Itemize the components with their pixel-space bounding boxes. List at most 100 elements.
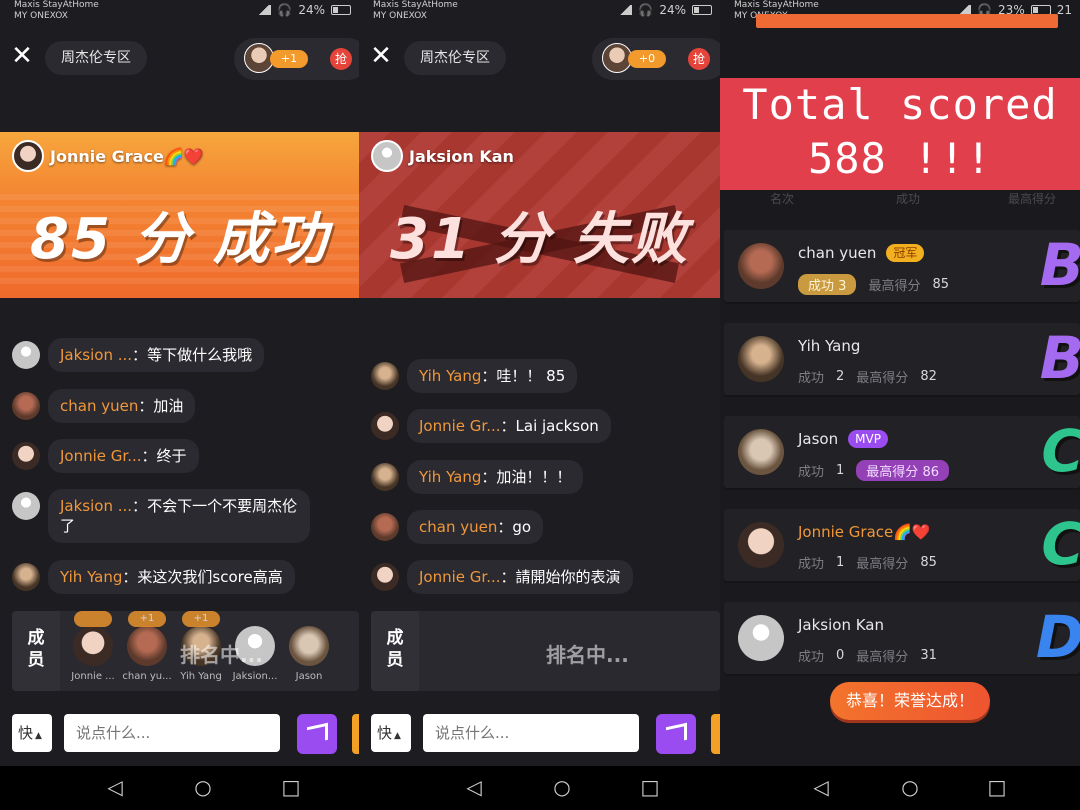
screenshot-collage: Maxis StayAtHome MY ONEXOX 🎧 24% ✕ 周杰伦专区 …: [0, 0, 1080, 810]
home-icon[interactable]: ○: [192, 776, 214, 798]
sender-name[interactable]: chan yuen: [419, 518, 497, 536]
sender-name[interactable]: chan yuen: [60, 397, 138, 415]
col-best: 最高得分: [1008, 192, 1057, 206]
mic-queue-pill[interactable]: +1 抢: [234, 38, 359, 80]
home-icon[interactable]: ○: [551, 776, 573, 798]
member-name: Jason: [295, 671, 323, 682]
avatar: [12, 392, 40, 420]
avatar: [12, 492, 40, 520]
sender-name[interactable]: Yih Yang: [60, 568, 122, 586]
score-row[interactable]: Yih Yang 成功 2 最高得分 82 B: [724, 323, 1080, 395]
avatar: [289, 626, 329, 666]
back-icon[interactable]: ◁: [810, 776, 832, 798]
caret-up-icon: ▲: [35, 731, 42, 741]
success-label: 成功: [798, 465, 825, 480]
recents-icon[interactable]: □: [639, 776, 661, 798]
ranking-overlay: 排名中...: [180, 643, 263, 667]
avatar: [738, 615, 784, 661]
avatar: [12, 442, 40, 470]
avatar: [12, 341, 40, 369]
success-count: 0: [836, 648, 845, 663]
sender-name[interactable]: Jonnie Gr...: [419, 568, 501, 586]
chat-message: Jonnie Gr...：請開始你的表演: [371, 560, 633, 594]
avatar: [371, 513, 399, 541]
headphone-icon: 🎧: [638, 3, 654, 17]
caret-up-icon: ▲: [394, 731, 401, 741]
best-score: 31: [920, 648, 937, 663]
chat-message: Jonnie Gr...：终于: [12, 439, 199, 473]
avatar: [371, 362, 399, 390]
headphone-icon: 🎧: [277, 3, 293, 17]
sender-name[interactable]: Yih Yang: [419, 468, 481, 486]
best-label: 最高得分: [868, 279, 921, 294]
avatar: [371, 412, 399, 440]
zone-title[interactable]: 周杰伦专区: [45, 41, 147, 75]
success-label: 成功: [798, 557, 825, 572]
sender-name[interactable]: Jaksion ...: [60, 497, 132, 515]
clock-fragment: 21: [1056, 3, 1072, 17]
gift-button[interactable]: [711, 714, 720, 754]
member-item[interactable]: +1 chan yu...: [120, 611, 174, 682]
close-icon[interactable]: ✕: [10, 43, 34, 69]
col-success: 成功: [896, 192, 921, 206]
score-row[interactable]: Jason MVP 成功 1 最高得分 86 C: [724, 416, 1080, 488]
room-panel-success: Maxis StayAtHome MY ONEXOX 🎧 24% ✕ 周杰伦专区 …: [0, 0, 359, 810]
message-text: 請開始你的表演: [515, 568, 621, 586]
ranking-overlay: 排名中...: [546, 643, 629, 667]
android-nav-bar: ◁ ○ □: [0, 766, 359, 810]
sender-name[interactable]: Jaksion ...: [60, 346, 132, 364]
quick-phrase-button[interactable]: 快 ▲: [371, 714, 411, 752]
sender-name[interactable]: Jonnie Gr...: [419, 417, 501, 435]
score-row[interactable]: Jaksion Kan 成功 0 最高得分 31 D: [724, 602, 1080, 674]
chat-message: chan yuen：go: [371, 510, 544, 544]
mvp-badge: MVP: [848, 430, 888, 448]
signal-icon: [618, 5, 633, 15]
signal-icon: [257, 5, 272, 15]
carrier-name: Maxis StayAtHome: [734, 0, 819, 10]
members-bar: 成员 排名中...: [371, 611, 720, 691]
total-score-banner: Total scored 588 !!!: [720, 78, 1080, 190]
member-item[interactable]: Jason: [282, 621, 336, 682]
player-name: Jaksion Kan: [798, 616, 885, 634]
best-score: 85: [932, 277, 949, 292]
grab-button[interactable]: 抢: [330, 48, 352, 70]
quick-phrase-button[interactable]: 快 ▲: [12, 714, 52, 752]
share-button[interactable]: [297, 714, 337, 754]
back-icon[interactable]: ◁: [463, 776, 485, 798]
close-icon[interactable]: ✕: [369, 43, 393, 69]
grab-button[interactable]: 抢: [688, 48, 710, 70]
sender-name[interactable]: Jonnie Gr...: [60, 447, 142, 465]
battery-icon: [331, 5, 351, 15]
zone-title[interactable]: 周杰伦专区: [404, 41, 506, 75]
best-score: 82: [920, 369, 937, 384]
singer-name: Jonnie Grace🌈❤️: [50, 146, 204, 166]
sender-name[interactable]: Yih Yang: [419, 367, 481, 385]
chat-input[interactable]: [64, 714, 280, 752]
avatar: [738, 243, 784, 289]
status-bar: Maxis StayAtHome MY ONEXOX 🎧 24%: [0, 0, 359, 24]
avatar: [12, 563, 40, 591]
avatar: [12, 140, 44, 172]
carrier-name: Maxis StayAtHome: [373, 0, 458, 10]
member-item[interactable]: Jonnie ...: [66, 611, 120, 682]
back-icon[interactable]: ◁: [104, 776, 126, 798]
player-name: Jason: [798, 430, 839, 448]
message-text: go: [512, 518, 532, 536]
score-row[interactable]: chan yuen 冠军 成功 3 最高得分 85 B: [724, 230, 1080, 302]
message-text: 终于: [156, 447, 187, 465]
grade-letter: C: [1041, 417, 1080, 485]
carrier-name-2: MY ONEXOX: [14, 11, 68, 21]
score-result: 31 分 失败: [390, 207, 689, 272]
mic-queue-pill[interactable]: +0 抢: [592, 38, 720, 80]
recents-icon[interactable]: □: [280, 776, 302, 798]
home-icon[interactable]: ○: [899, 776, 921, 798]
recents-icon[interactable]: □: [986, 776, 1008, 798]
congrats-button[interactable]: 恭喜！荣誉达成！: [830, 682, 990, 720]
gift-button[interactable]: [352, 714, 359, 754]
chat-input[interactable]: [423, 714, 639, 752]
avatar: [738, 522, 784, 568]
share-button[interactable]: [656, 714, 696, 754]
member-name: Jonnie ...: [71, 671, 115, 682]
success-label: 成功: [798, 650, 825, 665]
score-row[interactable]: Jonnie Grace🌈❤️ 成功 1 最高得分 85 C: [724, 509, 1080, 581]
